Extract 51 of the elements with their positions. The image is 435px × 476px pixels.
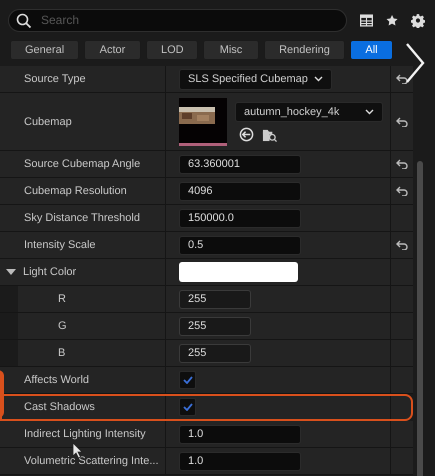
number-field[interactable]: 0.5 [179, 236, 301, 254]
number-field[interactable]: 63.360001 [179, 154, 301, 174]
number-field[interactable]: 1.0 [179, 424, 301, 444]
search-field[interactable]: Search [8, 8, 347, 32]
reset-arrow-icon[interactable] [396, 159, 408, 169]
filter-tab[interactable]: All [350, 40, 393, 60]
type-dropdown[interactable]: SLS Specified Cubemap [179, 68, 332, 90]
property-label: Indirect Lighting Intensity [24, 428, 146, 440]
checkbox[interactable] [179, 371, 196, 389]
chevron-down-icon [365, 108, 374, 114]
star-icon[interactable] [386, 14, 398, 26]
reset-arrow-icon[interactable] [396, 116, 408, 126]
chevron-right-icon[interactable] [405, 42, 425, 84]
check-icon [182, 403, 192, 411]
property-label: Source Type [24, 73, 86, 85]
table-icon[interactable] [360, 14, 373, 26]
property-label: R [58, 293, 66, 305]
property-label: Cubemap [24, 116, 72, 128]
property-label: Cubemap Resolution [24, 185, 127, 197]
filter-tab[interactable]: General [10, 40, 79, 60]
property-label: Sky Distance Threshold [24, 212, 140, 224]
chevron-down-icon [314, 76, 323, 82]
property-label: B [58, 347, 66, 359]
reset-arrow-icon[interactable] [396, 186, 408, 196]
asset-dropdown[interactable]: autumn_hockey_4k [235, 102, 383, 122]
number-field[interactable]: 1.0 [179, 452, 301, 470]
checkbox[interactable] [179, 398, 196, 416]
color-swatch[interactable] [179, 262, 298, 282]
number-field[interactable]: 4096 [179, 182, 301, 200]
property-label: Intensity Scale [24, 239, 96, 251]
number-field[interactable]: 150000.0 [179, 208, 301, 228]
expand-arrow-icon[interactable] [6, 268, 16, 276]
property-label: Source Cubemap Angle [24, 158, 140, 170]
scrollbar[interactable] [417, 161, 423, 476]
filter-tab[interactable]: LOD [146, 40, 198, 60]
property-label: Light Color [23, 266, 76, 278]
property-label: Affects World [24, 374, 90, 386]
use-selected-icon[interactable] [239, 126, 254, 142]
settings-icon[interactable] [411, 12, 425, 28]
filter-tab[interactable]: Misc [203, 40, 259, 60]
filter-tab[interactable]: Rendering [264, 40, 345, 60]
number-field[interactable]: 255 [179, 290, 251, 308]
filter-tab[interactable]: Actor [84, 40, 141, 60]
number-field[interactable]: 255 [179, 316, 251, 336]
reset-arrow-icon[interactable] [396, 240, 408, 250]
check-icon [182, 376, 192, 384]
property-label: Volumetric Scattering Inte... [24, 455, 159, 467]
reset-arrow-icon[interactable] [396, 74, 408, 84]
property-label: Cast Shadows [24, 401, 95, 413]
property-label: G [58, 320, 67, 332]
number-field[interactable]: 255 [179, 344, 251, 362]
